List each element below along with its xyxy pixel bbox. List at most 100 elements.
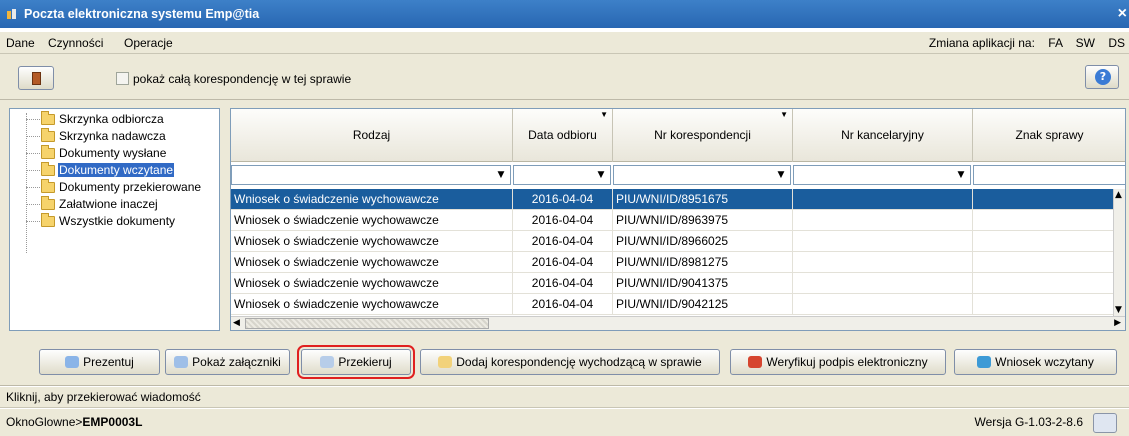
cell-nr-korespondencji: PIU/WNI/ID/8951675 (613, 189, 793, 209)
filter-nr-korespondencji[interactable]: ▼ (613, 165, 791, 185)
button-label: Wniosek wczytany (995, 355, 1094, 369)
tree-item-label: Skrzynka odbiorcza (59, 112, 164, 126)
checkbox-label: pokaż całą korespondencję w tej sprawie (133, 72, 352, 86)
folder-icon (41, 111, 55, 125)
pokaz-zalaczniki-button[interactable]: Pokaż załączniki (165, 349, 290, 375)
sort-arrow-icon: ▼ (600, 110, 608, 119)
column-header-nr-korespondencji[interactable]: Nr korespondencji ▼ (613, 109, 793, 162)
column-header-data-odbioru[interactable]: Data odbioru ▼ (513, 109, 613, 162)
help-icon: ? (1095, 69, 1111, 85)
dropdown-arrow-icon[interactable]: ▼ (953, 167, 969, 183)
vertical-scrollbar[interactable]: ▲ ▼ (1113, 189, 1125, 317)
button-label: Przekieruj (338, 355, 392, 369)
dropdown-arrow-icon[interactable]: ▼ (493, 167, 509, 183)
tree-branch (26, 221, 40, 222)
filter-data-odbioru[interactable]: ▼ (513, 165, 611, 185)
cell-data-odbioru: 2016-04-04 (513, 294, 613, 314)
tree-item-skrzynka-nadawcza[interactable]: Skrzynka nadawcza (10, 128, 219, 145)
folder-icon (41, 162, 55, 176)
dodaj-korespondencje-button[interactable]: Dodaj korespondencję wychodzącą w sprawi… (420, 349, 720, 375)
filter-row: ▼ ▼ ▼ ▼ (231, 165, 1125, 185)
table-row[interactable]: Wniosek o świadczenie wychowawcze 2016-0… (231, 252, 1113, 273)
cell-nr-korespondencji: PIU/WNI/ID/8963975 (613, 210, 793, 230)
app-switch-ds[interactable]: DS (1108, 36, 1125, 50)
scroll-thumb[interactable] (245, 318, 489, 329)
scroll-down-icon[interactable]: ▼ (1115, 306, 1122, 315)
redirect-icon (320, 356, 335, 368)
tree-branch (26, 153, 40, 154)
exit-button[interactable] (18, 66, 54, 90)
tree-item-dokumenty-wczytane[interactable]: Dokumenty wczytane (10, 162, 219, 179)
tree-item-dokumenty-wyslane[interactable]: Dokumenty wysłane (10, 145, 219, 162)
table-row[interactable]: Wniosek o świadczenie wychowawcze 2016-0… (231, 189, 1113, 210)
cell-nr-kancelaryjny (793, 189, 973, 209)
tree-item-skrzynka-odbiorcza[interactable]: Skrzynka odbiorcza (10, 111, 219, 128)
menu-bar: Dane Czynności Operacje Zmiana aplikacji… (0, 32, 1129, 54)
signature-seal-icon (748, 356, 763, 368)
cell-nr-korespondencji: PIU/WNI/ID/9042125 (613, 294, 793, 314)
folder-icon (41, 128, 55, 142)
cell-rodzaj: Wniosek o świadczenie wychowawcze (231, 189, 513, 209)
window-titlebar[interactable]: Poczta elektroniczna systemu Emp@tia × (0, 0, 1129, 28)
column-header-label: Data odbioru (528, 128, 597, 142)
tree-item-wszystkie-dokumenty[interactable]: Wszystkie dokumenty (10, 213, 219, 230)
scroll-right-icon[interactable]: ▶ (1114, 318, 1121, 328)
settings-gear-icon[interactable] (1093, 413, 1117, 433)
menu-czynnosci[interactable]: Czynności (48, 32, 103, 54)
weryfikuj-podpis-button[interactable]: Weryfikuj podpis elektroniczny (730, 349, 946, 375)
scroll-left-icon[interactable]: ◀ (233, 318, 240, 328)
window-code: EMP0003L (82, 415, 143, 429)
cell-data-odbioru: 2016-04-04 (513, 273, 613, 293)
tree-branch (26, 170, 40, 171)
filter-rodzaj[interactable]: ▼ (231, 165, 511, 185)
filter-nr-kancelaryjny[interactable]: ▼ (793, 165, 971, 185)
dropdown-arrow-icon[interactable]: ▼ (593, 167, 609, 183)
column-header-nr-kancelaryjny[interactable]: Nr kancelaryjny (793, 109, 973, 162)
cell-nr-korespondencji: PIU/WNI/ID/9041375 (613, 273, 793, 293)
close-icon[interactable]: × (1118, 0, 1127, 28)
cell-data-odbioru: 2016-04-04 (513, 252, 613, 272)
door-icon (32, 72, 41, 85)
folder-icon (41, 213, 55, 227)
tree-item-label: Dokumenty wysłane (59, 146, 167, 160)
app-switch-sw[interactable]: SW (1076, 36, 1095, 50)
tree-branch (26, 136, 40, 137)
table-row[interactable]: Wniosek o świadczenie wychowawcze 2016-0… (231, 294, 1113, 315)
wniosek-wczytany-button[interactable]: Wniosek wczytany (954, 349, 1117, 375)
show-all-correspondence-checkbox[interactable]: pokaż całą korespondencję w tej sprawie (116, 72, 351, 86)
app-switch-fa[interactable]: FA (1048, 36, 1062, 50)
horizontal-scrollbar[interactable]: ◀ ▶ (231, 316, 1125, 330)
window-title: Poczta elektroniczna systemu Emp@tia (24, 7, 260, 21)
database-icon (977, 356, 992, 368)
status-hint: Kliknij, aby przekierować wiadomość (6, 390, 201, 404)
przekieruj-button[interactable]: Przekieruj (297, 345, 415, 379)
scroll-up-icon[interactable]: ▲ (1115, 191, 1122, 200)
column-header-rodzaj[interactable]: Rodzaj (231, 109, 513, 162)
tree-item-dokumenty-przekierowane[interactable]: Dokumenty przekierowane (10, 179, 219, 196)
filter-znak-sprawy[interactable] (973, 165, 1125, 185)
menu-operacje[interactable]: Operacje (124, 32, 173, 54)
table-row[interactable]: Wniosek o świadczenie wychowawcze 2016-0… (231, 273, 1113, 294)
column-header-znak-sprawy[interactable]: Znak sprawy (973, 109, 1125, 162)
cell-nr-korespondencji: PIU/WNI/ID/8981275 (613, 252, 793, 272)
tree-item-label: Dokumenty wczytane (58, 163, 175, 177)
prezentuj-button[interactable]: Prezentuj (39, 349, 160, 375)
tree-item-label: Załatwione inaczej (59, 197, 158, 211)
status-hint-bar: Kliknij, aby przekierować wiadomość (0, 387, 1129, 408)
menu-dane[interactable]: Dane (6, 32, 35, 54)
main-area: Skrzynka odbiorcza Skrzynka nadawcza Dok… (0, 100, 1129, 340)
table-row[interactable]: Wniosek o świadczenie wychowawcze 2016-0… (231, 231, 1113, 252)
folder-icon (41, 179, 55, 193)
footer-bar: OknoGlowne>EMP0003L Wersja G-1.03-2-8.6 (0, 409, 1129, 436)
column-header-label: Nr korespondencji (654, 128, 751, 142)
cell-rodzaj: Wniosek o świadczenie wychowawcze (231, 210, 513, 230)
tree-item-zalatwione-inaczej[interactable]: Załatwione inaczej (10, 196, 219, 213)
dropdown-arrow-icon[interactable]: ▼ (773, 167, 789, 183)
checkbox-box[interactable] (116, 72, 129, 85)
help-button[interactable]: ? (1085, 65, 1119, 89)
cell-nr-kancelaryjny (793, 231, 973, 251)
folder-tree: Skrzynka odbiorcza Skrzynka nadawcza Dok… (9, 108, 220, 331)
tree-branch (26, 204, 40, 205)
grid-header: Rodzaj Data odbioru ▼ Nr korespondencji ▼ … (231, 109, 1125, 162)
table-row[interactable]: Wniosek o świadczenie wychowawcze 2016-0… (231, 210, 1113, 231)
